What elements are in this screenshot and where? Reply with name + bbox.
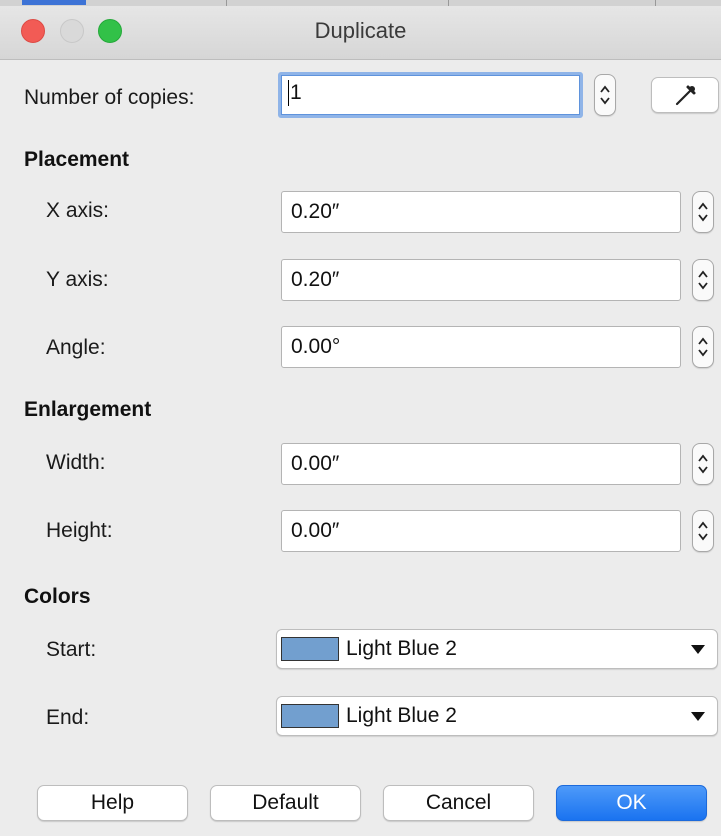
spin-arrows-icon: [698, 454, 708, 474]
text-caret: [288, 80, 289, 107]
triangle-down-icon: [691, 645, 705, 654]
end-color-dropdown[interactable]: Light Blue 2: [276, 696, 718, 736]
end-color-label: End:: [46, 706, 90, 729]
width-label: Width:: [46, 451, 106, 474]
placement-heading: Placement: [24, 148, 130, 171]
default-button[interactable]: Default: [210, 785, 361, 821]
cancel-button[interactable]: Cancel: [383, 785, 534, 821]
height-input[interactable]: 0.00″: [281, 510, 681, 552]
end-color-value: Light Blue 2: [346, 704, 457, 727]
height-stepper[interactable]: [692, 510, 714, 552]
y-axis-stepper[interactable]: [692, 259, 714, 301]
copies-label: Number of copies:: [24, 86, 195, 109]
start-color-value: Light Blue 2: [346, 637, 457, 660]
help-button[interactable]: Help: [37, 785, 188, 821]
y-axis-label: Y axis:: [46, 268, 109, 291]
copies-input[interactable]: 1: [278, 72, 583, 118]
x-axis-input[interactable]: 0.20″: [281, 191, 681, 233]
colors-heading: Colors: [24, 585, 91, 608]
start-color-label: Start:: [46, 638, 97, 661]
window-title: Duplicate: [314, 18, 407, 43]
spin-arrows-icon: [698, 270, 708, 290]
angle-input[interactable]: 0.00°: [281, 326, 681, 368]
spin-arrows-icon: [600, 85, 610, 105]
eyedropper-icon: [675, 85, 696, 106]
values-from-selection-button[interactable]: [651, 77, 719, 113]
start-color-swatch: [281, 637, 339, 661]
duplicate-dialog: Duplicate Number of copies: 1 Placement …: [0, 0, 721, 836]
copies-stepper[interactable]: [594, 74, 616, 116]
x-axis-label: X axis:: [46, 199, 110, 222]
angle-stepper[interactable]: [692, 326, 714, 368]
x-axis-stepper[interactable]: [692, 191, 714, 233]
ok-button[interactable]: OK: [556, 785, 707, 821]
y-axis-input[interactable]: 0.20″: [281, 259, 681, 301]
spin-arrows-icon: [698, 202, 708, 222]
spin-arrows-icon: [698, 337, 708, 357]
start-color-dropdown[interactable]: Light Blue 2: [276, 629, 718, 669]
height-label: Height:: [46, 519, 113, 542]
width-input[interactable]: 0.00″: [281, 443, 681, 485]
spin-arrows-icon: [698, 521, 708, 541]
angle-label: Angle:: [46, 336, 106, 359]
copies-value: 1: [290, 81, 302, 104]
title-bar[interactable]: Duplicate: [0, 0, 721, 60]
width-stepper[interactable]: [692, 443, 714, 485]
end-color-swatch: [281, 704, 339, 728]
triangle-down-icon: [691, 712, 705, 721]
enlargement-heading: Enlargement: [24, 398, 152, 421]
